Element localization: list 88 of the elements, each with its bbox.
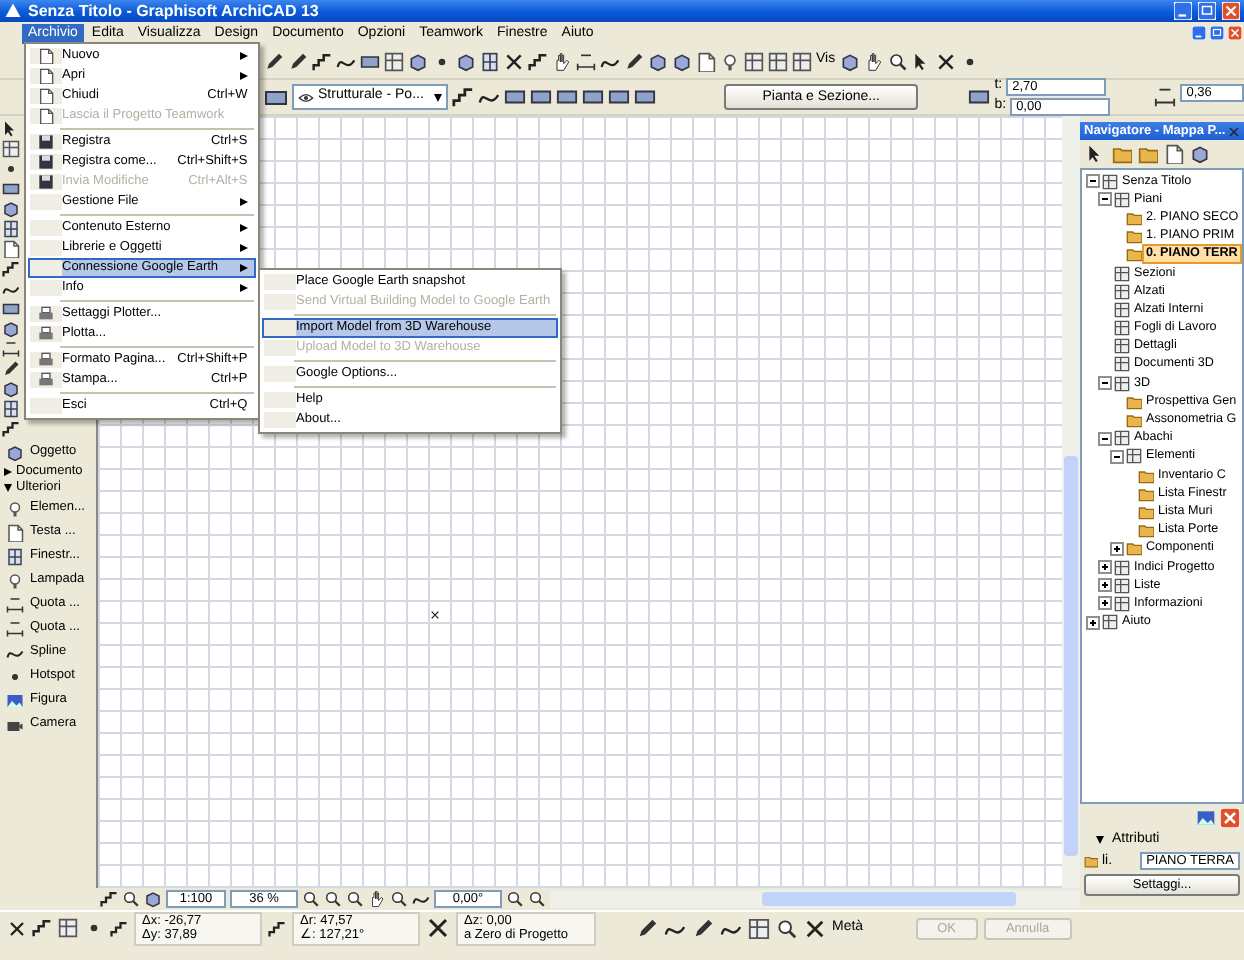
arrow-icon[interactable] (2, 120, 20, 138)
doc-icon[interactable] (1164, 144, 1184, 164)
document-icon (38, 108, 54, 124)
expand-icon[interactable] (1098, 560, 1112, 575)
stair-icon[interactable] (32, 918, 52, 938)
stair-icon[interactable] (100, 890, 118, 908)
window-icon[interactable] (2, 400, 20, 418)
submenu-arrow-icon (239, 198, 248, 206)
zoom-icon[interactable] (390, 890, 408, 908)
origin-marker-icon (430, 610, 440, 620)
dot-icon[interactable] (2, 160, 20, 178)
collapse-icon[interactable] (1098, 376, 1112, 391)
cross-icon[interactable] (504, 51, 524, 71)
zoom-icon[interactable] (302, 890, 320, 908)
doc-icon[interactable] (696, 51, 716, 71)
hand-icon[interactable] (552, 51, 572, 71)
collapse-icon[interactable] (1086, 174, 1100, 189)
stair-icon[interactable] (2, 260, 20, 278)
search-icon[interactable] (887, 51, 908, 71)
window-title: Senza Titolo - Graphisoft ArchiCAD 13 (28, 1, 319, 21)
grid-icon[interactable] (384, 51, 404, 71)
document-icon (38, 68, 54, 84)
maximize-icon[interactable] (1198, 2, 1216, 20)
printer-icon (38, 326, 54, 342)
printer-icon (38, 306, 54, 322)
zoom-icon[interactable] (324, 890, 342, 908)
pencil-icon[interactable] (636, 917, 658, 939)
submenu-arrow-icon (239, 284, 248, 292)
grid-icon[interactable] (748, 917, 770, 939)
zoom-icon[interactable] (776, 917, 798, 939)
zoom-icon[interactable] (506, 890, 524, 908)
minimize-icon[interactable] (1192, 26, 1206, 40)
grid-icon[interactable] (768, 51, 788, 71)
zoom-icon[interactable] (346, 890, 364, 908)
picture-icon (6, 691, 24, 709)
delete-icon[interactable] (1220, 808, 1240, 828)
zoom-icon[interactable] (122, 890, 140, 908)
lamp-icon (6, 499, 24, 517)
submenu-arrow-icon (239, 72, 248, 80)
pencil-icon[interactable] (2, 360, 20, 378)
close-icon[interactable] (8, 919, 26, 937)
doc-icon (6, 523, 24, 541)
app-logo-icon (4, 2, 22, 20)
dim-icon (6, 619, 24, 637)
dim-icon[interactable] (2, 340, 20, 358)
pencil-icon[interactable] (624, 51, 644, 71)
stair-icon[interactable] (528, 51, 548, 71)
expand-icon[interactable] (1098, 578, 1112, 593)
horizontal-scrollbar[interactable] (550, 890, 1080, 908)
grid-icon[interactable] (744, 51, 764, 71)
eye-icon (298, 89, 314, 105)
pencil-icon[interactable] (692, 917, 714, 939)
expand-icon[interactable] (1098, 596, 1112, 611)
minimize-icon[interactable] (1174, 2, 1192, 20)
document-icon (38, 88, 54, 104)
submenu-arrow-icon (239, 52, 248, 60)
collapse-icon[interactable] (1098, 192, 1112, 207)
dim-icon[interactable] (576, 51, 596, 71)
grid-icon[interactable] (2, 140, 20, 158)
stair-icon[interactable] (451, 86, 474, 108)
expand-icon[interactable] (1110, 541, 1124, 556)
doc-icon[interactable] (2, 240, 20, 258)
collapse-icon[interactable] (1098, 431, 1112, 446)
stair-icon[interactable] (312, 51, 332, 71)
stair-icon[interactable] (2, 420, 20, 438)
maximize-icon[interactable] (1210, 26, 1224, 40)
expanded-icon[interactable] (1096, 836, 1104, 845)
printer-icon (38, 352, 54, 368)
grid-icon[interactable] (58, 918, 78, 938)
window-icon[interactable] (2, 220, 20, 238)
hand-icon[interactable] (863, 51, 884, 71)
submenu-arrow-icon (239, 224, 248, 232)
dim-icon (6, 595, 24, 613)
lamp-icon[interactable] (720, 51, 740, 71)
printer-icon (38, 372, 54, 388)
grid-icon[interactable] (792, 51, 812, 71)
cross-icon[interactable] (935, 51, 956, 71)
expand-icon[interactable] (1086, 615, 1100, 630)
zoom-icon[interactable] (528, 890, 546, 908)
submenu-arrow-icon (239, 264, 248, 272)
hand-icon[interactable] (368, 890, 386, 908)
caret-icon (433, 93, 442, 101)
collapse-icon[interactable] (1110, 449, 1124, 464)
vertical-scrollbar[interactable] (1062, 116, 1080, 888)
window-icon (6, 547, 24, 565)
lamp-icon (6, 571, 24, 589)
window-icon[interactable] (480, 51, 500, 71)
document-icon (38, 48, 54, 64)
